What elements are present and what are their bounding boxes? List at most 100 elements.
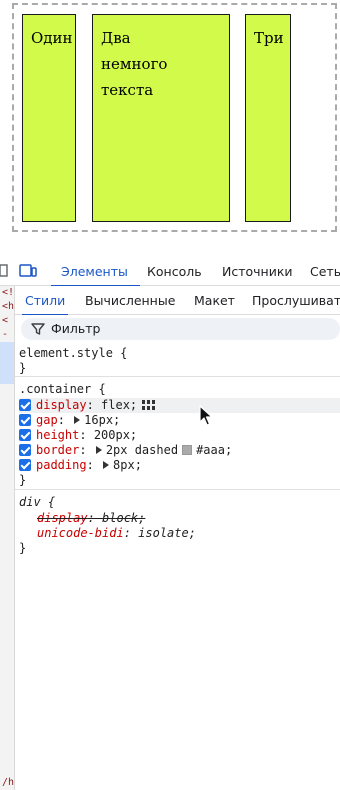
flexbox-editor-icon[interactable] [141, 399, 157, 411]
expand-triangle-icon[interactable] [74, 416, 81, 424]
styles-subtabbar: Стили Вычисленные Макет Прослушивате [15, 286, 340, 316]
container-selector[interactable]: .container { [19, 382, 106, 397]
dom-tree-row[interactable] [0, 720, 14, 734]
dom-tree-row[interactable] [0, 608, 14, 622]
prop-value[interactable]: 2px dashed [106, 443, 178, 457]
dom-tree-row[interactable] [0, 734, 14, 748]
tab-elements[interactable]: Элементы [51, 258, 140, 287]
dom-tree-row[interactable] [0, 748, 14, 762]
flex-item-one-text: Один [31, 29, 73, 47]
dom-tree-row[interactable] [0, 706, 14, 720]
dom-tree-row[interactable]: <ht [0, 300, 14, 314]
dom-tree-row[interactable] [0, 552, 14, 566]
dom-tree-row[interactable] [0, 440, 14, 454]
checkbox-height[interactable] [19, 429, 31, 441]
decl-display[interactable]: display: flex; [19, 398, 340, 413]
checkbox-display[interactable] [19, 399, 31, 411]
filter-input-box[interactable]: Фильтр [21, 318, 340, 340]
dom-tree-row[interactable] [0, 650, 14, 664]
dom-tree-row[interactable] [0, 622, 14, 636]
dom-tree-row[interactable] [0, 762, 14, 776]
tab-sources[interactable]: Источники [222, 258, 293, 286]
decl-gap[interactable]: gap: 16px; [19, 413, 120, 428]
prop-value[interactable]: 200px; [94, 428, 137, 442]
subtab-computed[interactable]: Вычисленные [85, 286, 175, 315]
prop-value[interactable]: 8px; [113, 458, 142, 472]
decl-ua-display: display: block; [37, 511, 146, 525]
element-style-rule: element.style { } [15, 343, 340, 377]
flex-item-three[interactable]: Три [245, 14, 291, 222]
checkbox-padding[interactable] [19, 459, 31, 471]
subtab-styles[interactable]: Стили [21, 286, 69, 316]
div-selector[interactable]: div { [19, 495, 55, 510]
dom-tree-row[interactable] [0, 370, 14, 384]
prop-value[interactable]: 16px; [84, 413, 120, 427]
dom-tree-row[interactable] [0, 468, 14, 482]
decl-border[interactable]: border: 2px dashed #aaa; [19, 443, 232, 458]
flex-item-two-line1: Два [101, 29, 131, 47]
dom-tree-row[interactable] [0, 356, 14, 370]
prop-value: isolate; [138, 526, 196, 540]
dom-tree-strip[interactable]: <!D<ht<- /h [0, 286, 15, 790]
filter-icon [31, 323, 45, 335]
dom-tree-row[interactable] [0, 384, 14, 398]
dom-tree-row[interactable] [0, 454, 14, 468]
tab-network[interactable]: Сеть [310, 258, 340, 286]
dom-tree-row[interactable]: /h [0, 776, 14, 790]
dom-tree-row[interactable] [0, 426, 14, 440]
expand-triangle-icon[interactable] [95, 446, 102, 454]
mouse-pointer-icon [199, 405, 213, 426]
dom-tree-row[interactable]: - [0, 328, 14, 342]
decl-ua-unicode-bidi: unicode-bidi: isolate; [37, 526, 196, 540]
decl-height[interactable]: height: 200px; [19, 428, 137, 443]
dom-tree-row[interactable] [0, 678, 14, 692]
dom-tree-row[interactable] [0, 566, 14, 580]
filter-input[interactable]: Фильтр [51, 318, 100, 340]
dom-tree-row[interactable] [0, 398, 14, 412]
decl-padding[interactable]: padding: 8px; [19, 458, 142, 473]
dom-tree-row[interactable] [0, 636, 14, 650]
prop-name: gap [36, 413, 58, 427]
prop-name: padding [36, 458, 87, 472]
subtab-event-listeners[interactable]: Прослушивате [252, 286, 340, 315]
prop-name: display [36, 398, 87, 412]
dom-tree-row[interactable] [0, 580, 14, 594]
prop-value-color[interactable]: #aaa; [196, 443, 232, 457]
dom-tree-row[interactable]: <!D [0, 286, 14, 300]
element-style-selector[interactable]: element.style { [19, 346, 127, 361]
container-rule: .container { display: flex; gap: 16px; h… [15, 377, 340, 490]
checkbox-border[interactable] [19, 444, 31, 456]
prop-name: border [36, 443, 80, 457]
dom-tree-row[interactable] [0, 482, 14, 496]
filter-row: Фильтр [15, 315, 340, 343]
prop-value[interactable]: flex; [101, 398, 137, 412]
div-ua-rule: div { display: block; unicode-bidi: isol… [15, 490, 340, 570]
dom-tree-row[interactable] [0, 692, 14, 706]
flex-item-three-text: Три [254, 29, 284, 47]
dom-tree-row[interactable] [0, 594, 14, 608]
checkbox-gap[interactable] [19, 414, 31, 426]
dom-tree-row[interactable] [0, 412, 14, 426]
expand-triangle-icon[interactable] [103, 461, 110, 469]
flex-item-two-line2: немного текста [101, 55, 168, 99]
dom-tree-row[interactable] [0, 664, 14, 678]
dom-tree-row[interactable] [0, 496, 14, 510]
prop-name: unicode-bidi [37, 526, 124, 540]
dom-tree-row[interactable] [0, 510, 14, 524]
dom-tree-row[interactable]: < [0, 314, 14, 328]
dom-tree-row[interactable] [0, 342, 14, 356]
rule-close-brace: } [19, 473, 27, 487]
subtab-layout[interactable]: Макет [194, 286, 235, 315]
page-preview: Один Два немного текста Три [0, 0, 340, 258]
dom-tree-row[interactable] [0, 524, 14, 538]
devtools-panel: Элементы Консоль Источники Сеть <!D<ht<-… [0, 258, 340, 790]
flex-item-one[interactable]: Один [22, 14, 76, 222]
inspect-element-icon[interactable] [0, 264, 8, 278]
flex-item-two[interactable]: Два немного текста [92, 14, 230, 222]
prop-value: block; [102, 511, 146, 525]
color-swatch-icon[interactable] [182, 445, 193, 455]
prop-name: display [37, 511, 88, 525]
tab-console[interactable]: Консоль [147, 258, 202, 286]
device-toolbar-icon[interactable] [19, 264, 37, 278]
dom-tree-row[interactable] [0, 538, 14, 552]
